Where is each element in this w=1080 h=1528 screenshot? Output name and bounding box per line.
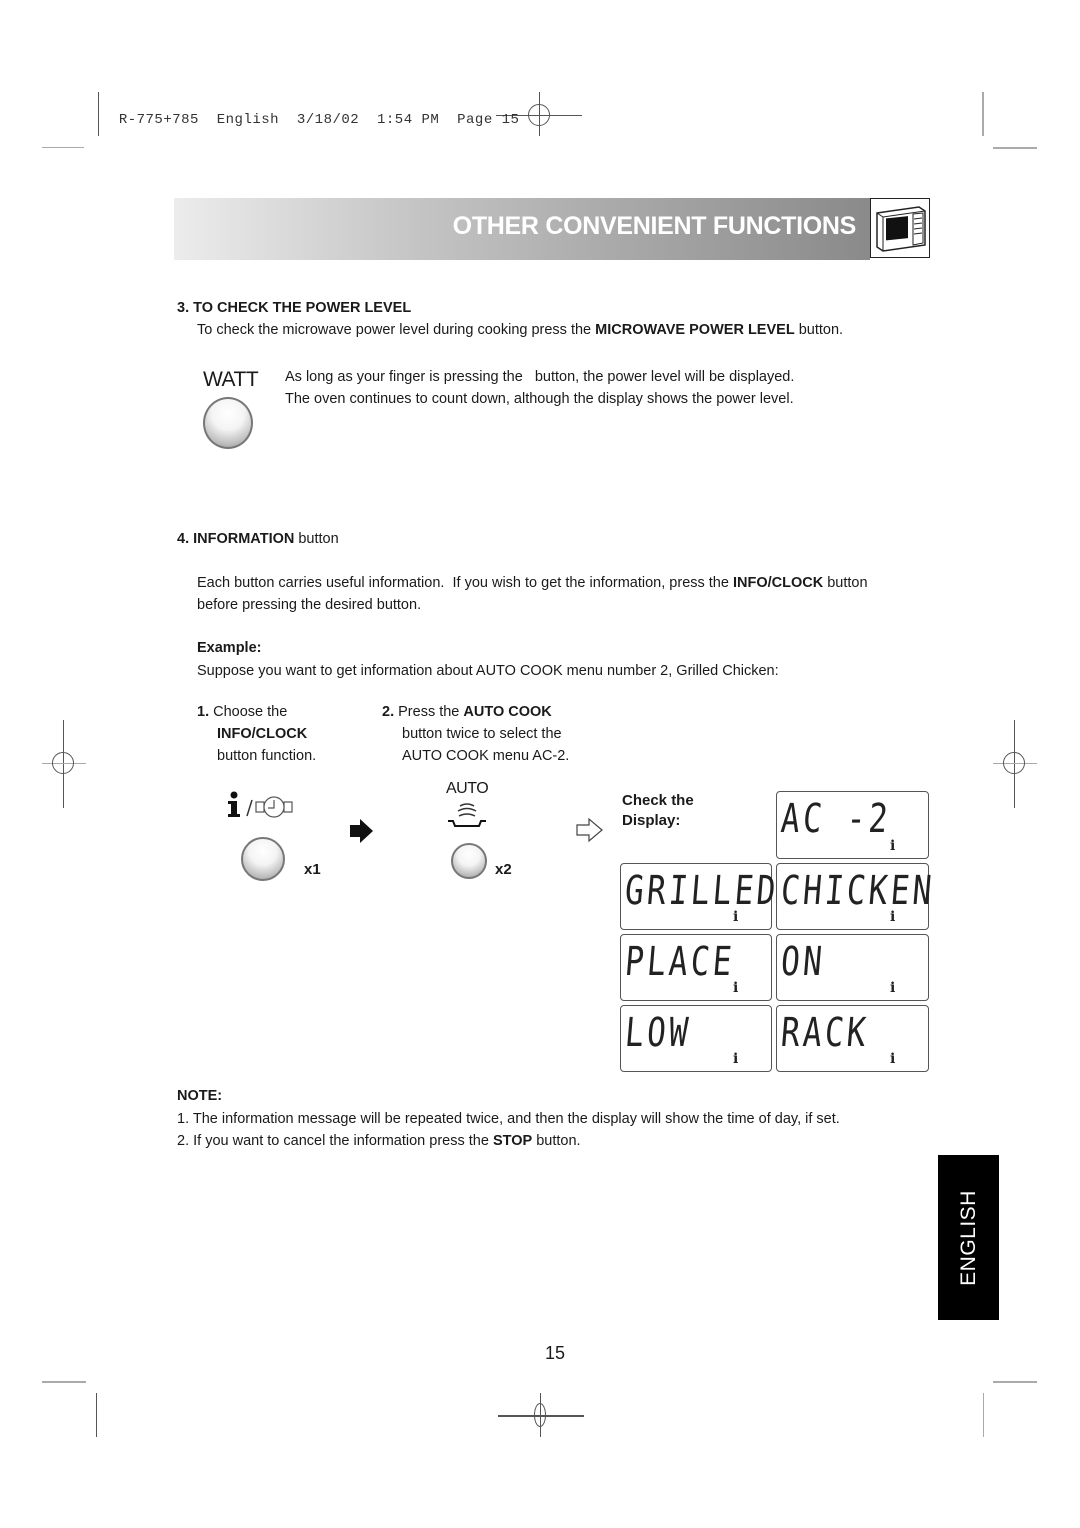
- para-bold: INFO/CLOCK: [732, 575, 824, 591]
- note-item-2-bold: STOP: [492, 1133, 533, 1149]
- auto-label: AUTO: [446, 780, 489, 797]
- registration-mark: [52, 752, 74, 774]
- info-indicator-icon: i: [733, 980, 739, 996]
- lcd-screen: AC -2 i: [776, 791, 929, 859]
- info-indicator-icon: i: [890, 980, 896, 996]
- lcd-screen: PLACE i: [620, 934, 772, 1001]
- example-label: Example:: [197, 637, 261, 659]
- crop-mark: [993, 1381, 1037, 1383]
- arrow-outline-right-icon: [576, 817, 604, 848]
- slug-date: 3/18/02: [296, 112, 360, 128]
- crop-mark: [42, 1381, 86, 1383]
- section-4-paragraph: Each button carries useful information. …: [197, 572, 917, 616]
- crop-mark: [993, 147, 1037, 149]
- step-1-count: x1: [304, 861, 321, 878]
- step-1-line-1: Choose the: [213, 704, 288, 720]
- info-indicator-icon: i: [890, 838, 896, 854]
- step-2-number: 2.: [382, 704, 395, 720]
- slug-time: 1:54 PM: [377, 112, 440, 128]
- intro-bold: MICROWAVE POWER LEVEL: [595, 322, 795, 338]
- para-text: Each button carries useful information. …: [197, 575, 733, 591]
- info-indicator-icon: i: [733, 909, 739, 925]
- note-item-2-text: 2. If you want to cancel the information…: [177, 1133, 493, 1149]
- step-1-text: 1. Choose the INFO/CLOCK button function…: [197, 701, 316, 767]
- page-number: 15: [545, 1343, 566, 1363]
- watt-button[interactable]: [203, 397, 253, 449]
- info-indicator-icon: i: [890, 1051, 896, 1067]
- lcd-text: AC -2: [779, 796, 893, 842]
- crop-mark: [42, 147, 84, 148]
- intro-text-end: button.: [794, 322, 844, 338]
- registration-mark: [528, 104, 550, 126]
- heading-number: 4.: [177, 531, 190, 547]
- info-indicator-icon: i: [890, 909, 896, 925]
- slug-model: R-775+785: [118, 112, 199, 128]
- lcd-text: GRILLED: [623, 868, 781, 914]
- language-tab: ENGLISH: [938, 1155, 999, 1320]
- crop-mark: [982, 92, 984, 136]
- lcd-screen: CHICKEN i: [776, 863, 936, 930]
- step-1-line-2: INFO/CLOCK: [217, 726, 308, 742]
- crop-mark: [98, 92, 99, 136]
- crop-mark: [96, 1393, 97, 1437]
- step-1-line-3: button function.: [217, 748, 317, 764]
- lcd-screen: ON i: [776, 934, 929, 1001]
- lcd-text: PLACE: [623, 939, 737, 985]
- lcd-text: CHICKEN: [779, 868, 937, 914]
- intro-text: To check the microwave power level durin…: [197, 322, 596, 338]
- lcd-screen: LOW i: [620, 1005, 772, 1072]
- lcd-text: RACK: [779, 1010, 871, 1056]
- arrow-right-icon: [348, 818, 374, 849]
- lcd-screen: RACK i: [776, 1005, 929, 1072]
- section-4-heading: 4. INFORMATION button: [177, 528, 339, 550]
- section-3-line-2: The oven continues to count down, althou…: [285, 391, 794, 407]
- example-label-text: Example:: [197, 640, 262, 656]
- crop-mark: [983, 1393, 984, 1437]
- heading-rest: button: [294, 531, 339, 547]
- auto-cook-icon: [446, 800, 490, 835]
- step-2-line-1-bold: AUTO COOK: [463, 704, 552, 720]
- step-2-line-1: Press the: [398, 704, 464, 720]
- para-text-end: button: [823, 575, 868, 591]
- language-tab-label: ENGLISH: [956, 1189, 980, 1286]
- para-line-2: before pressing the desired button.: [197, 597, 422, 613]
- lcd-text: ON: [779, 939, 827, 985]
- note-item-2: 2. If you want to cancel the information…: [177, 1130, 581, 1152]
- note-item-1: 1. The information message will be repea…: [177, 1111, 840, 1127]
- microwave-oven-icon: [870, 198, 930, 258]
- step-2-line-3: AUTO COOK menu AC-2.: [402, 748, 570, 764]
- heading-bold: INFORMATION: [193, 531, 295, 547]
- section-3-heading: 3. TO CHECK THE POWER LEVEL: [177, 300, 412, 316]
- registration-mark: [1003, 752, 1025, 774]
- step-2-line-2: button twice to select the: [402, 726, 562, 742]
- step-2-count: x2: [495, 861, 512, 878]
- step-2-text: 2. Press the AUTO COOK button twice to s…: [382, 701, 569, 767]
- watt-label: WATT: [203, 368, 259, 391]
- lcd-screen: GRILLED i: [620, 863, 780, 930]
- check-display-label: Check the Display:: [622, 791, 694, 831]
- section-3-line-1: As long as your finger is pressing the b…: [285, 369, 795, 385]
- info-clock-button[interactable]: [241, 837, 285, 881]
- check-display-line-2: Display:: [622, 812, 681, 829]
- check-display-line-1: Check the: [622, 792, 694, 809]
- auto-cook-button[interactable]: [451, 843, 487, 879]
- registration-mark: [534, 1403, 546, 1427]
- lcd-text: LOW: [623, 1010, 693, 1056]
- example-text: Suppose you want to get information abou…: [197, 663, 779, 679]
- slug-page: Page 15: [457, 112, 520, 128]
- section-3-intro: To check the microwave power level durin…: [197, 319, 843, 341]
- step-1-number: 1.: [197, 704, 210, 720]
- banner-title: OTHER CONVENIENT FUNCTIONS: [452, 212, 857, 240]
- info-clock-icon: [225, 790, 297, 825]
- print-slug: R-775+785 English 3/18/02 1:54 PM Page 1…: [101, 96, 519, 128]
- note-item-2-end: button.: [532, 1133, 581, 1149]
- section-banner: OTHER CONVENIENT FUNCTIONS: [174, 198, 870, 260]
- info-indicator-icon: i: [733, 1051, 739, 1067]
- slug-language: English: [216, 112, 280, 128]
- note-heading: NOTE:: [177, 1088, 223, 1104]
